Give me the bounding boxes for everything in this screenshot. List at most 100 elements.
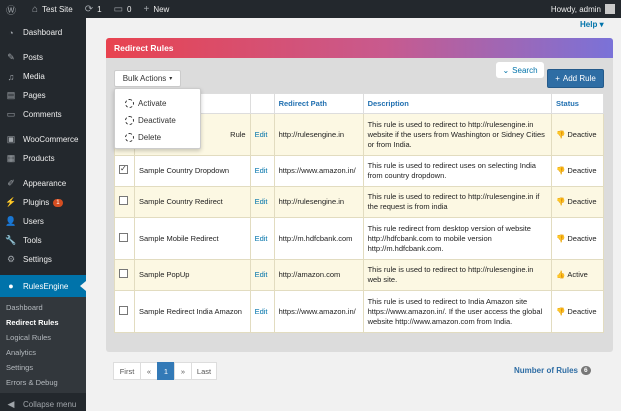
number-of-rules-label: Number of Rules	[514, 366, 579, 375]
row-checkbox[interactable]	[119, 232, 128, 242]
bulk-action-label: Deactivate	[138, 116, 176, 125]
status-cell[interactable]: 👎 Deactive	[551, 186, 604, 218]
sidebar-item-users[interactable]: 👤 Users	[0, 212, 86, 231]
updates-count: 1	[97, 4, 102, 14]
sidebar-item-pages[interactable]: ▤ Pages	[0, 86, 86, 105]
page-icon: ▤	[6, 90, 16, 100]
header-redirect-path[interactable]: Redirect Path	[273, 93, 364, 114]
thumbs-up-icon: 👍	[556, 270, 566, 279]
edit-link[interactable]: Edit	[255, 197, 268, 206]
submenu-errors-debug[interactable]: Errors & Debug	[0, 375, 86, 390]
spinner-icon	[125, 133, 134, 142]
pagination-last[interactable]: Last	[191, 362, 217, 380]
sidebar-item-label: Tools	[23, 236, 42, 245]
sidebar-item-tools[interactable]: 🔧 Tools	[0, 231, 86, 250]
settings-icon: ⚙	[6, 254, 16, 264]
sidebar-item-appearance[interactable]: ✐ Appearance	[0, 174, 86, 193]
user-icon: 👤	[5, 216, 17, 226]
status-cell[interactable]: 👍 Active	[551, 259, 604, 291]
status-cell[interactable]: 👎 Deactive	[551, 155, 604, 187]
edit-link[interactable]: Edit	[255, 270, 268, 279]
sidebar-item-woocommerce[interactable]: ▣ WooCommerce	[0, 130, 86, 149]
redirect-path: http://rulesengine.in	[273, 186, 364, 218]
status-cell[interactable]: 👎 Deactive	[551, 113, 604, 156]
pagination-next[interactable]: »	[174, 362, 192, 380]
rulesengine-icon: ●	[8, 281, 14, 291]
row-checkbox[interactable]	[119, 269, 128, 278]
submenu-settings[interactable]: Settings	[0, 360, 86, 375]
sidebar-item-dashboard[interactable]: ◔ Dashboard	[0, 23, 86, 42]
bulk-actions-menu: Activate Deactivate Delete	[114, 88, 201, 149]
help-tab[interactable]: Help ▾	[580, 20, 604, 29]
plus-icon: +	[143, 3, 150, 15]
plugin-icon: ⚡	[5, 197, 17, 207]
account-menu[interactable]: Howdy, admin	[551, 4, 621, 14]
sidebar-item-label: Plugins	[23, 198, 50, 207]
submenu-redirect-rules[interactable]: Redirect Rules	[0, 315, 86, 330]
sidebar-item-comments[interactable]: ▭ Comments	[0, 105, 86, 124]
pagination: First « 1 » Last	[113, 362, 217, 380]
new-content-link[interactable]: + New	[137, 0, 175, 18]
status-cell[interactable]: 👎 Deactive	[551, 290, 604, 333]
bulk-action-activate[interactable]: Activate	[115, 95, 200, 112]
admin-bar: Ⓦ ⌂ Test Site ⟳ 1 ▭ 0 + New Howdy, admin	[0, 0, 621, 18]
bulk-action-delete[interactable]: Delete	[115, 129, 200, 146]
edit-link[interactable]: Edit	[255, 166, 268, 175]
edit-link[interactable]: Edit	[255, 307, 268, 316]
collapse-menu-button[interactable]: ◀ Collapse menu	[0, 395, 86, 411]
add-rule-button[interactable]: + Add Rule	[547, 69, 604, 88]
submenu-dashboard[interactable]: Dashboard	[0, 300, 86, 315]
pagination-prev[interactable]: «	[140, 362, 158, 380]
new-label: New	[153, 4, 170, 14]
row-checkbox[interactable]	[119, 164, 128, 174]
redirect-path: https://www.amazon.in/	[273, 155, 364, 187]
pagination-first[interactable]: First	[113, 362, 141, 380]
search-toggle[interactable]: ⌄ Search	[496, 62, 544, 78]
rule-description: This rule is used to redirect to India A…	[362, 290, 553, 333]
comments-link[interactable]: ▭ 0	[108, 0, 138, 18]
bulk-action-label: Activate	[138, 99, 167, 108]
submenu-analytics[interactable]: Analytics	[0, 345, 86, 360]
comment-bubble-icon: ▭	[113, 3, 124, 15]
row-checkbox-cell	[114, 155, 135, 187]
rule-description: This rule redirect from desktop version …	[362, 217, 553, 260]
redirect-path: http://m.hdfcbank.com	[273, 217, 364, 260]
rule-name: Sample Mobile Redirect	[133, 217, 251, 260]
sidebar-item-posts[interactable]: ✎ Posts	[0, 48, 86, 67]
sidebar-item-settings[interactable]: ⚙ Settings	[0, 250, 86, 269]
status-text: Deactive	[567, 129, 597, 139]
status-cell[interactable]: 👎 Deactive	[551, 217, 604, 260]
row-checkbox-cell	[114, 290, 135, 333]
sidebar-item-plugins[interactable]: ⚡ Plugins 1	[0, 193, 86, 212]
edit-link[interactable]: Edit	[255, 130, 268, 139]
sidebar-item-label: Comments	[23, 110, 62, 119]
bulk-action-label: Delete	[138, 133, 162, 142]
site-name-link[interactable]: ⌂ Test Site	[26, 0, 79, 18]
rule-name: Sample Country Dropdown	[133, 155, 251, 187]
site-name: Test Site	[42, 4, 73, 14]
pagination-current-page[interactable]: 1	[157, 362, 175, 380]
sidebar-item-media[interactable]: ♫ Media	[0, 67, 86, 86]
woocommerce-icon: ▣	[6, 134, 16, 144]
bulk-actions-button[interactable]: Bulk Actions ▾	[114, 70, 181, 87]
sidebar-item-rulesengine[interactable]: ● RulesEngine	[0, 275, 86, 297]
status-text: Active	[567, 270, 588, 279]
sidebar-item-label: Media	[23, 72, 45, 81]
edit-cell: Edit	[249, 186, 275, 218]
edit-link[interactable]: Edit	[255, 234, 268, 243]
status-text: Deactive	[567, 306, 597, 316]
wordpress-logo[interactable]: Ⓦ	[0, 0, 26, 18]
sidebar-item-products[interactable]: ▦ Products	[0, 149, 86, 168]
submenu-logical-rules[interactable]: Logical Rules	[0, 330, 86, 345]
redirect-rules-panel: Redirect Rules ⌄ Search Bulk Actions ▾ + Ad…	[106, 38, 613, 352]
search-label: Search	[512, 65, 538, 75]
refresh-icon: ⟳	[84, 3, 94, 15]
table-row: Sample PopUp Edit http://amazon.com This…	[114, 259, 604, 291]
row-checkbox[interactable]	[119, 305, 128, 315]
row-checkbox[interactable]	[119, 196, 128, 205]
header-description[interactable]: Description	[362, 93, 553, 114]
header-status[interactable]: Status	[551, 93, 604, 114]
bulk-action-deactivate[interactable]: Deactivate	[115, 112, 200, 129]
header-edit-cell	[249, 93, 275, 114]
updates-link[interactable]: ⟳ 1	[79, 0, 108, 18]
